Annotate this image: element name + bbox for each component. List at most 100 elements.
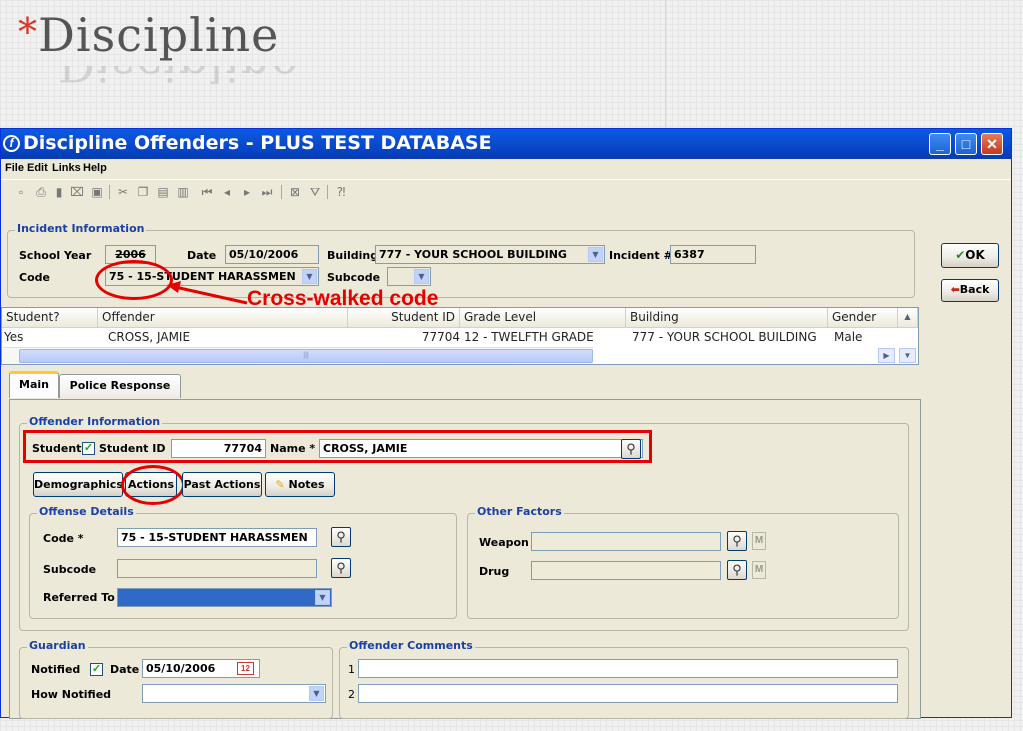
report-icon[interactable]: ⊠ [287, 184, 303, 200]
building-select[interactable]: 777 - YOUR SCHOOL BUILDING ▼ [375, 245, 605, 264]
comment-line-1[interactable] [358, 659, 898, 678]
student-id-field[interactable]: 77704 [171, 439, 266, 458]
horizontal-scrollbar[interactable]: ||| [3, 347, 593, 364]
minimize-button[interactable]: _ [929, 133, 951, 155]
open-icon[interactable]: ⌧ [69, 184, 85, 200]
scroll-down-icon[interactable]: ▼ [899, 348, 916, 363]
close-button[interactable]: ✕ [981, 133, 1003, 155]
cell-grade: 12 - TWELFTH GRADE [464, 330, 594, 344]
new-icon[interactable]: ▫ [13, 184, 29, 200]
drug-m-button[interactable]: M [752, 561, 766, 579]
past-actions-button[interactable]: Past Actions [182, 472, 262, 497]
cut-icon[interactable]: ✂ [115, 184, 131, 200]
column-header[interactable]: Student? [2, 308, 98, 328]
cell-student-id: 77704 [421, 330, 460, 344]
column-header[interactable]: Student ID [348, 308, 460, 328]
student-checkbox[interactable]: ✓ [82, 442, 95, 455]
search-icon[interactable]: ⚲ [727, 560, 747, 580]
drug-field[interactable] [531, 561, 721, 580]
notes-icon: ✎ [275, 478, 285, 491]
menu-help[interactable]: Help [83, 162, 107, 174]
clipboard-icon[interactable]: ▥ [175, 184, 191, 200]
next-record-icon[interactable]: ▸ [239, 184, 255, 200]
save-icon[interactable]: ▣ [89, 184, 105, 200]
chevron-down-icon[interactable]: ▼ [315, 590, 330, 605]
offense-code-field[interactable]: 75 - 15-STUDENT HARASSMEN [117, 528, 317, 547]
help-pointer-icon[interactable]: ⁈ [333, 184, 349, 200]
paste-icon[interactable]: ▤ [155, 184, 171, 200]
copy-icon[interactable]: ❐ [135, 184, 151, 200]
guardian-label: Guardian [27, 639, 88, 652]
drug-label: Drug [479, 565, 510, 578]
offense-subcode-field[interactable] [117, 559, 317, 578]
chevron-down-icon[interactable]: ▼ [309, 686, 324, 701]
code-highlight-oval [95, 260, 173, 300]
cell-gender: Male [834, 330, 863, 344]
referred-to-label: Referred To [43, 591, 115, 604]
column-header[interactable]: Grade Level [460, 308, 626, 328]
tab-police-response[interactable]: Police Response [59, 374, 181, 398]
calendar-icon[interactable]: 12 [237, 662, 254, 675]
filter-icon[interactable]: ⛛ [307, 184, 323, 200]
subcode-select[interactable]: ▼ [387, 267, 431, 286]
incident-date-field[interactable]: 05/10/2006 [225, 245, 319, 264]
how-notified-select[interactable]: ▼ [142, 684, 326, 703]
comment-line-2[interactable] [358, 684, 898, 703]
column-header[interactable]: Offender [98, 308, 348, 328]
toolbar: ▫ ⎙ ▮ ⌧ ▣ ✂ ❐ ▤ ▥ ⏮ ◂ ▸ ⏭ ⊠ ⛛ ⁈ [1, 179, 1011, 203]
slide-title-reflection: Discipline [58, 66, 299, 92]
slide-divider [665, 0, 666, 128]
title-bar[interactable]: f Discipline Offenders - PLUS TEST DATAB… [1, 129, 1011, 159]
cell-offender: CROSS, JAMIE [108, 330, 191, 344]
check-icon: ✔ [955, 248, 966, 262]
weapon-field[interactable] [531, 532, 721, 551]
chevron-down-icon[interactable]: ▼ [302, 269, 317, 284]
column-header[interactable]: Building [626, 308, 828, 328]
weapon-m-button[interactable]: M [752, 532, 766, 550]
scroll-right-icon[interactable]: ▶ [878, 348, 895, 363]
first-record-icon[interactable]: ⏮ [199, 184, 215, 200]
search-icon[interactable]: ⚲ [621, 439, 641, 459]
chevron-down-icon[interactable]: ▼ [414, 269, 429, 284]
tab-main[interactable]: Main [9, 371, 59, 398]
title-star: * [18, 10, 38, 54]
chevron-down-icon[interactable]: ▼ [588, 247, 603, 262]
menu-links[interactable]: Links [52, 162, 81, 174]
school-year-label: School Year [19, 249, 92, 262]
notified-checkbox[interactable]: ✓ [90, 663, 103, 676]
incident-number-field[interactable]: 6387 [670, 245, 756, 264]
last-record-icon[interactable]: ⏭ [259, 184, 275, 200]
incident-number-label: Incident # [609, 249, 673, 262]
prev-record-icon[interactable]: ◂ [219, 184, 235, 200]
search-icon[interactable]: ⚲ [727, 531, 747, 551]
offenders-table: Student? Offender Student ID Grade Level… [1, 307, 919, 365]
demographics-button[interactable]: Demographics [33, 472, 123, 497]
back-arrow-icon: ⬅ [950, 283, 960, 296]
column-header[interactable]: Gender [828, 308, 898, 328]
maximize-button[interactable]: □ [955, 133, 977, 155]
app-window: f Discipline Offenders - PLUS TEST DATAB… [0, 128, 1012, 719]
scroll-up-icon[interactable]: ▲ [898, 308, 918, 328]
back-button[interactable]: ⬅Back [941, 279, 999, 302]
offense-details-label: Offense Details [37, 505, 136, 518]
name-label: Name * [270, 442, 316, 455]
code-label: Code [19, 271, 50, 284]
offender-comments-label: Offender Comments [347, 639, 475, 652]
offense-code-label: Code * [43, 532, 84, 545]
name-field[interactable]: CROSS, JAMIE [319, 439, 643, 458]
search-icon[interactable]: ⚲ [331, 558, 351, 578]
menu-file[interactable]: File [5, 162, 24, 174]
search-icon[interactable]: ⚲ [331, 527, 351, 547]
weapon-label: Weapon [479, 536, 529, 549]
offense-subcode-label: Subcode [43, 563, 97, 576]
print-icon[interactable]: ⎙ [33, 184, 49, 200]
scroll-thumb[interactable]: ||| [19, 349, 593, 363]
ok-button[interactable]: ✔OK [941, 243, 999, 268]
referred-to-select[interactable]: ▼ [117, 588, 332, 607]
comment-line-number: 2 [348, 688, 355, 701]
cell-building: 777 - YOUR SCHOOL BUILDING [632, 330, 817, 344]
building-value: 777 - YOUR SCHOOL BUILDING [379, 248, 567, 261]
notes-button[interactable]: ✎ Notes [265, 472, 335, 497]
delete-icon[interactable]: ▮ [51, 184, 67, 200]
menu-edit[interactable]: Edit [27, 162, 48, 174]
